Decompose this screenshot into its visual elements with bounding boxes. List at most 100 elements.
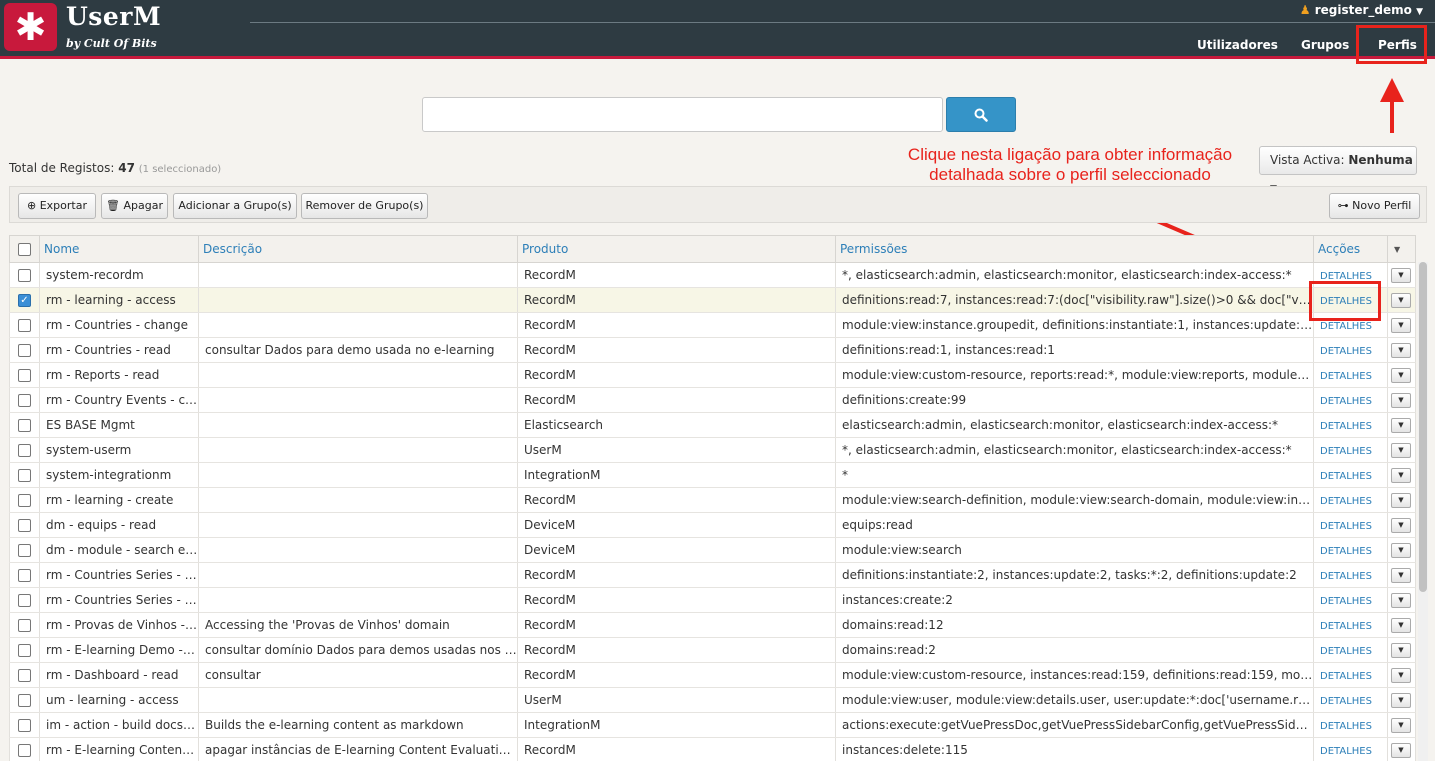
row-checkbox[interactable] [18, 569, 31, 582]
add-to-group-button[interactable]: Adicionar a Grupo(s) [173, 193, 297, 219]
row-dropdown-button[interactable]: ▼ [1391, 642, 1411, 658]
col-header-descricao[interactable]: Descrição [198, 235, 518, 263]
table-row[interactable]: ✓ rm - learning - access RecordM definition… [9, 287, 1416, 313]
row-dropdown-button[interactable]: ▼ [1391, 292, 1411, 308]
detalhes-link[interactable]: DETALHES [1320, 571, 1372, 582]
detalhes-link[interactable]: DETALHES [1320, 496, 1372, 507]
detalhes-link[interactable]: DETALHES [1320, 696, 1372, 707]
row-dropdown-button[interactable]: ▼ [1391, 567, 1411, 583]
app-logo-icon[interactable]: ✱ [4, 3, 57, 51]
row-checkbox[interactable] [18, 719, 31, 732]
row-checkbox[interactable] [18, 344, 31, 357]
columns-menu-icon[interactable]: ▼ [1387, 235, 1416, 263]
row-dropdown-button[interactable]: ▼ [1391, 417, 1411, 433]
row-checkbox[interactable] [18, 694, 31, 707]
row-dropdown-button[interactable]: ▼ [1391, 467, 1411, 483]
select-all-checkbox[interactable] [18, 243, 31, 256]
detalhes-link[interactable]: DETALHES [1320, 446, 1372, 457]
row-dropdown-button[interactable]: ▼ [1391, 717, 1411, 733]
col-header-produto[interactable]: Produto [517, 235, 836, 263]
row-checkbox[interactable] [18, 419, 31, 432]
detalhes-link[interactable]: DETALHES [1320, 596, 1372, 607]
row-checkbox[interactable] [18, 494, 31, 507]
table-row[interactable]: system-integrationm IntegrationM * DETALHES… [9, 462, 1416, 488]
col-header-permissoes[interactable]: Permissões [835, 235, 1314, 263]
row-select-cell [9, 712, 40, 738]
table-row[interactable]: rm - E-learning Content E... apagar instâ… [9, 737, 1416, 761]
row-checkbox[interactable] [18, 644, 31, 657]
row-dropdown-button[interactable]: ▼ [1391, 667, 1411, 683]
nav-utilizadores[interactable]: Utilizadores [1197, 38, 1278, 52]
user-menu[interactable]: ♟ register_demo ▼ [1300, 3, 1423, 17]
row-checkbox[interactable] [18, 519, 31, 532]
row-dropdown-button[interactable]: ▼ [1391, 617, 1411, 633]
row-dropdown-button[interactable]: ▼ [1391, 317, 1411, 333]
table-row[interactable]: rm - Country Events - cre... RecordM defin… [9, 387, 1416, 413]
row-dropdown-button[interactable]: ▼ [1391, 392, 1411, 408]
detalhes-link[interactable]: DETALHES [1320, 371, 1372, 382]
row-checkbox[interactable] [18, 744, 31, 757]
table-row[interactable]: rm - Reports - read RecordM module:view:cu… [9, 362, 1416, 388]
detalhes-link[interactable]: DETALHES [1320, 621, 1372, 632]
row-dropdown-button[interactable]: ▼ [1391, 742, 1411, 758]
delete-button[interactable]: 🗑 Apagar [101, 193, 168, 219]
table-row[interactable]: im - action - build docs m... Builds the … [9, 712, 1416, 738]
row-dropdown-button[interactable]: ▼ [1391, 542, 1411, 558]
row-select-cell [9, 512, 40, 538]
table-row[interactable]: rm - Countries - read consultar Dados par… [9, 337, 1416, 363]
table-row[interactable]: rm - E-learning Demo - do... consultar do… [9, 637, 1416, 663]
table-row[interactable]: system-recordm RecordM *, elasticsearch:ad… [9, 262, 1416, 288]
row-checkbox[interactable] [18, 369, 31, 382]
new-profile-button[interactable]: ⊶ Novo Perfil [1329, 193, 1420, 219]
table-row[interactable]: rm - Countries Series - ch... RecordM defi… [9, 562, 1416, 588]
detalhes-link[interactable]: DETALHES [1320, 746, 1372, 757]
search-input[interactable] [422, 97, 943, 132]
row-checkbox[interactable] [18, 469, 31, 482]
row-checkbox[interactable] [18, 544, 31, 557]
table-row[interactable]: rm - Countries - change RecordM module:vie… [9, 312, 1416, 338]
detalhes-link[interactable]: DETALHES [1320, 646, 1372, 657]
table-row[interactable]: dm - equips - read DeviceM equips:read DETA… [9, 512, 1416, 538]
table-row[interactable]: ES BASE Mgmt Elasticsearch elasticsearch:a… [9, 412, 1416, 438]
nav-grupos[interactable]: Grupos [1301, 38, 1349, 52]
row-checkbox[interactable] [18, 394, 31, 407]
scrollbar-thumb[interactable] [1419, 262, 1427, 592]
row-dropdown-button[interactable]: ▼ [1391, 517, 1411, 533]
search-button[interactable] [946, 97, 1016, 132]
row-dropdown-button[interactable]: ▼ [1391, 442, 1411, 458]
table-row[interactable]: rm - Dashboard - read consultar RecordM mod… [9, 662, 1416, 688]
table-row[interactable]: rm - Provas de Vinhos - d... Accessing th… [9, 612, 1416, 638]
col-header-nome[interactable]: Nome [39, 235, 199, 263]
row-checkbox[interactable] [18, 444, 31, 457]
detalhes-link[interactable]: DETALHES [1320, 721, 1372, 732]
table-row[interactable]: rm - Countries Series - cr... RecordM inst… [9, 587, 1416, 613]
row-dropdown-button[interactable]: ▼ [1391, 342, 1411, 358]
detalhes-link[interactable]: DETALHES [1320, 396, 1372, 407]
detalhes-link[interactable]: DETALHES [1320, 546, 1372, 557]
remove-from-group-button[interactable]: Remover de Grupo(s) [301, 193, 428, 219]
row-dropdown-button[interactable]: ▼ [1391, 492, 1411, 508]
row-select-cell [9, 562, 40, 588]
row-dropdown-button[interactable]: ▼ [1391, 692, 1411, 708]
row-checkbox[interactable]: ✓ [18, 294, 31, 307]
table-row[interactable]: dm - module - search equ... DeviceM module… [9, 537, 1416, 563]
table-row[interactable]: system-userm UserM *, elasticsearch:admin,… [9, 437, 1416, 463]
active-view-dropdown[interactable]: Vista Activa: Nenhuma ▼ [1259, 146, 1417, 194]
detalhes-link[interactable]: DETALHES [1320, 671, 1372, 682]
row-checkbox[interactable] [18, 619, 31, 632]
row-checkbox[interactable] [18, 319, 31, 332]
detalhes-link[interactable]: DETALHES [1320, 521, 1372, 532]
row-dropdown-button[interactable]: ▼ [1391, 267, 1411, 283]
detalhes-link[interactable]: DETALHES [1320, 346, 1372, 357]
row-checkbox[interactable] [18, 269, 31, 282]
detalhes-link[interactable]: DETALHES [1320, 471, 1372, 482]
table-row[interactable]: um - learning - access UserM module:view:u… [9, 687, 1416, 713]
table-row[interactable]: rm - learning - create RecordM module:view… [9, 487, 1416, 513]
row-dropdown-button[interactable]: ▼ [1391, 367, 1411, 383]
export-button[interactable]: ⊕ Exportar [18, 193, 96, 219]
detalhes-link[interactable]: DETALHES [1320, 321, 1372, 332]
row-dropdown-button[interactable]: ▼ [1391, 592, 1411, 608]
detalhes-link[interactable]: DETALHES [1320, 421, 1372, 432]
row-checkbox[interactable] [18, 669, 31, 682]
row-checkbox[interactable] [18, 594, 31, 607]
